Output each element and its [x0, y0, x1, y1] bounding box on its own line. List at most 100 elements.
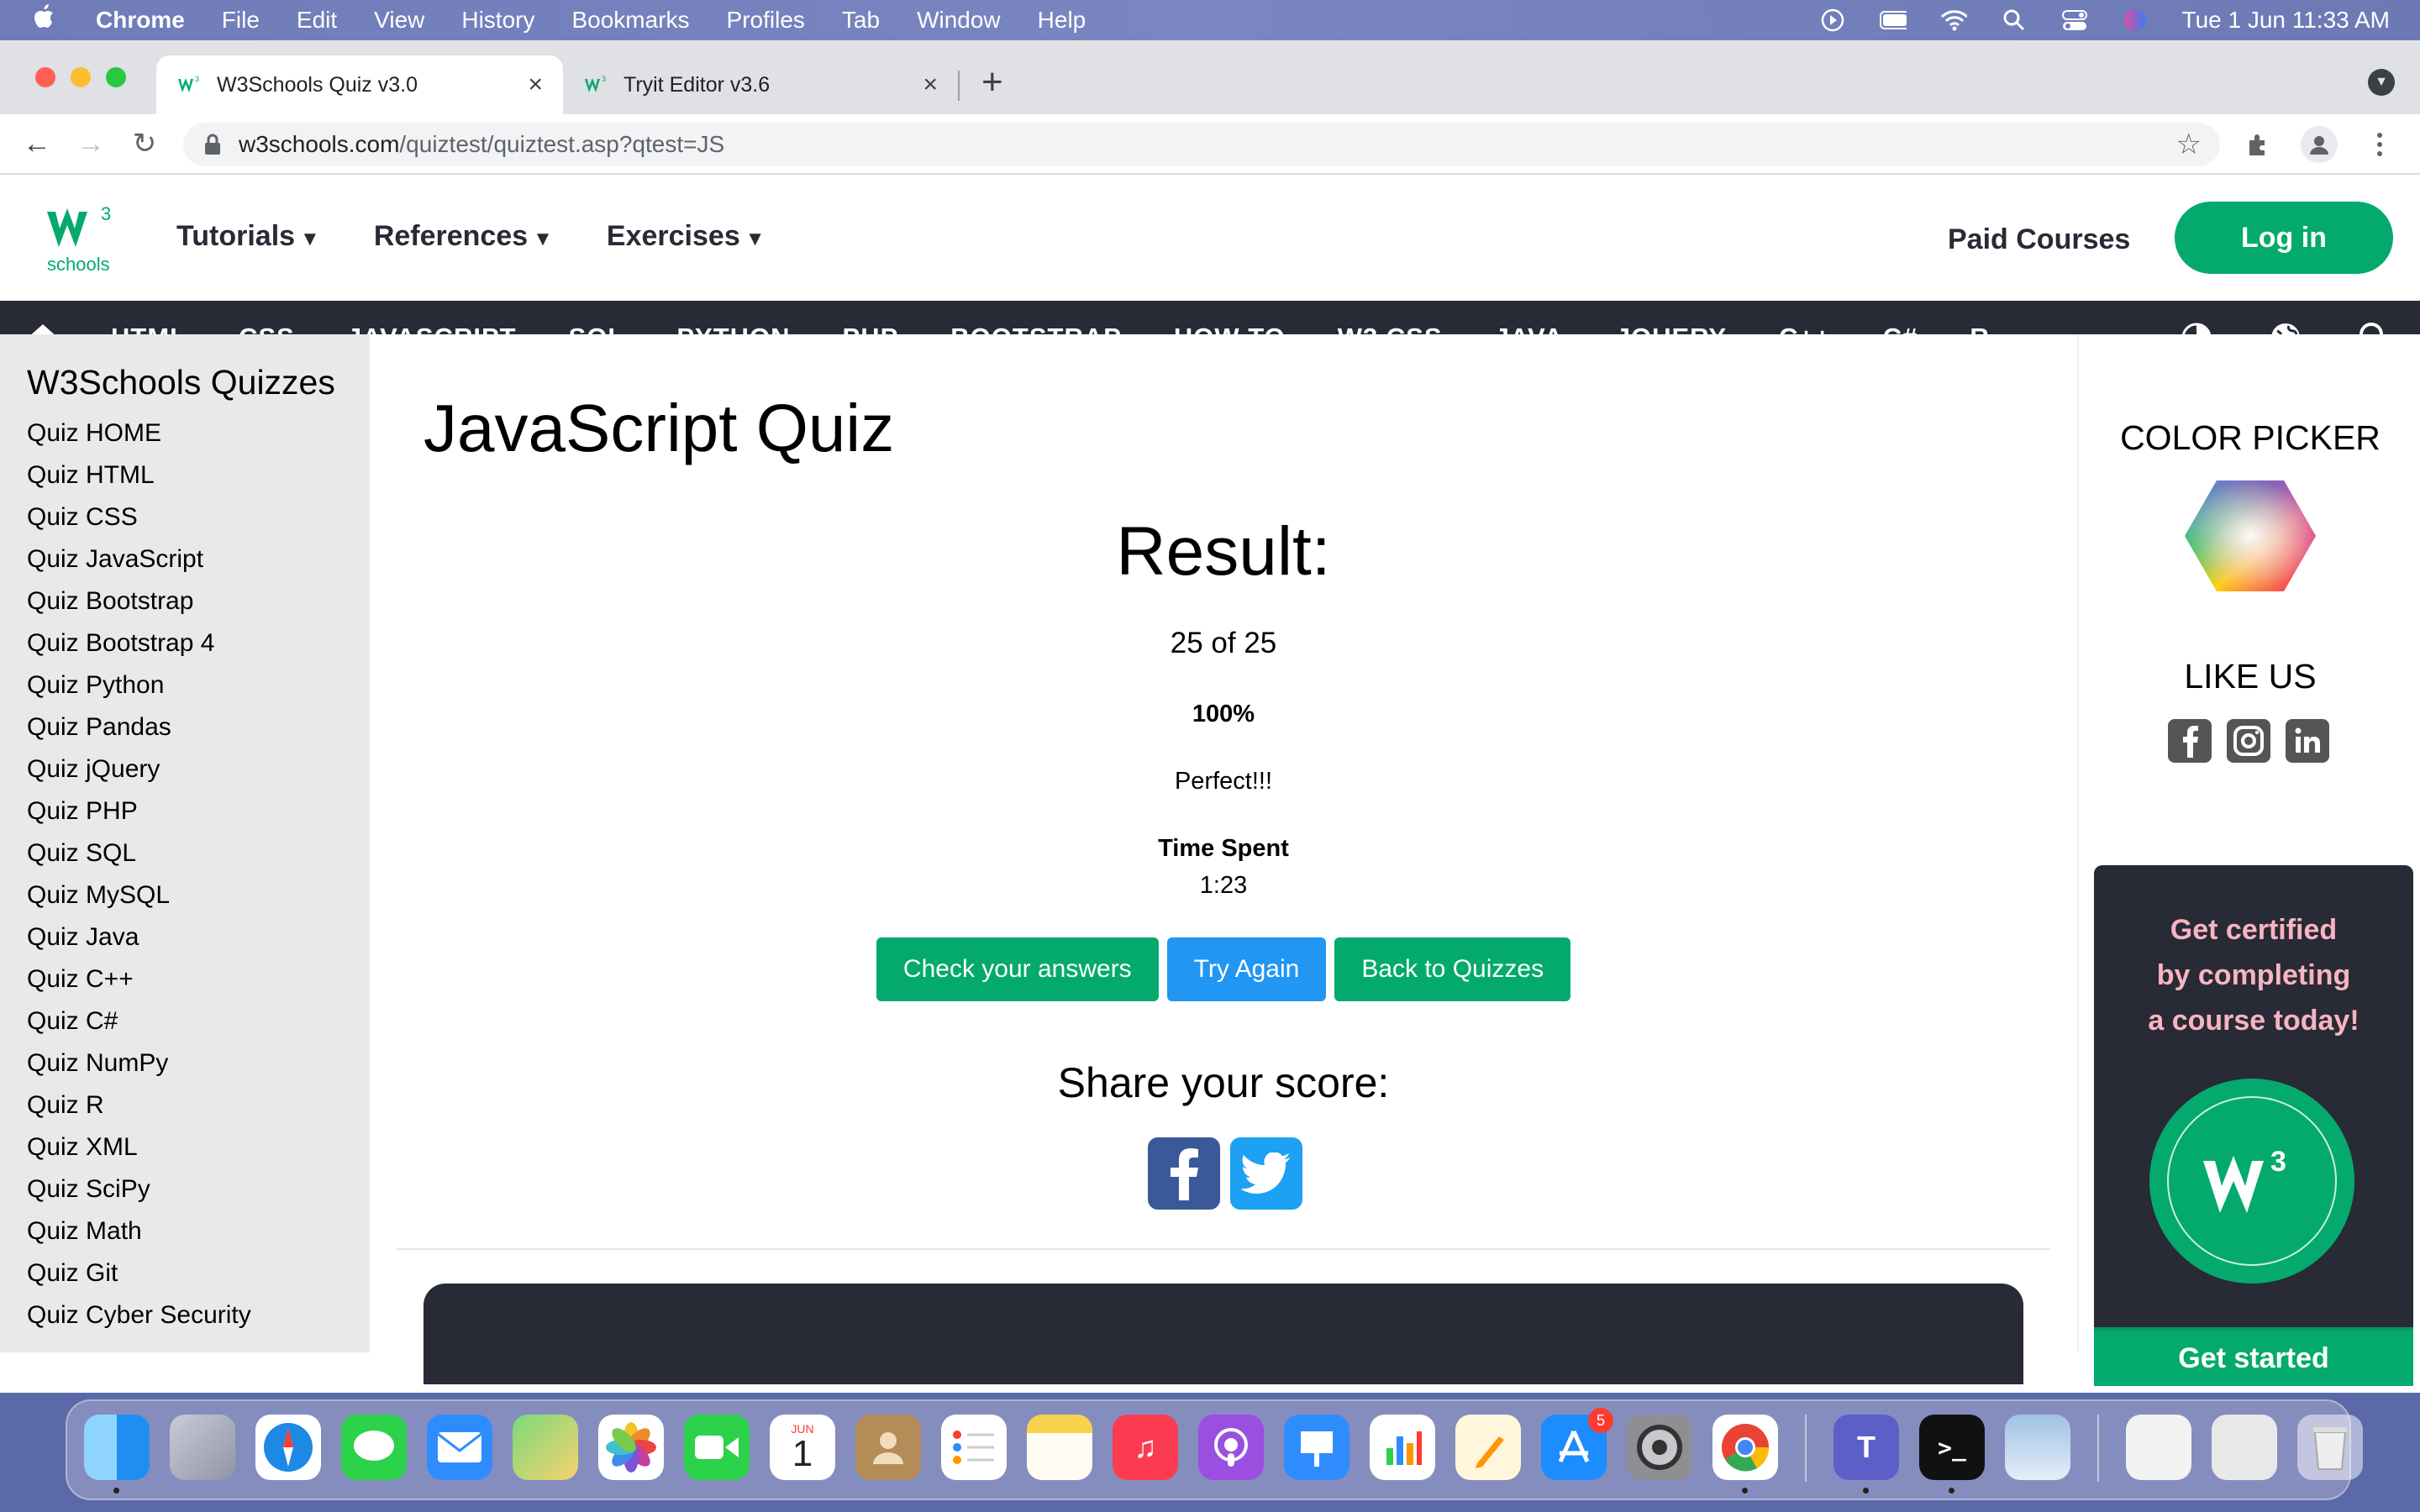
menu-file[interactable]: File	[222, 7, 260, 34]
sidebar-item[interactable]: Quiz Git	[27, 1252, 370, 1294]
app-store-icon[interactable]: 5	[1541, 1408, 1613, 1480]
music-icon[interactable]: ♫	[1113, 1415, 1178, 1480]
sidebar-item[interactable]: Quiz Cyber Security	[27, 1294, 370, 1336]
instagram-icon[interactable]	[2227, 719, 2270, 763]
document-stack-icon[interactable]	[2126, 1415, 2191, 1480]
get-started-button[interactable]: Get started	[2094, 1327, 2413, 1386]
trash-icon[interactable]	[2297, 1415, 2363, 1480]
reload-button[interactable]: ↻	[118, 127, 171, 160]
sidebar-item[interactable]: Quiz Python	[27, 664, 370, 706]
pages-icon[interactable]	[1455, 1415, 1521, 1480]
sidebar-item[interactable]: Quiz Bootstrap	[27, 580, 370, 622]
facetime-icon[interactable]	[684, 1415, 750, 1480]
battery-icon[interactable]	[1879, 8, 1907, 32]
sidebar-item[interactable]: Quiz CSS	[27, 496, 370, 538]
menu-profiles[interactable]: Profiles	[727, 7, 805, 34]
linkedin-icon[interactable]	[2286, 719, 2329, 763]
facebook-share-icon[interactable]	[1148, 1137, 1220, 1210]
menu-help[interactable]: Help	[1038, 7, 1086, 34]
preview-icon[interactable]	[2005, 1415, 2070, 1480]
terminal-icon[interactable]: >_	[1919, 1415, 1985, 1494]
screenshot-stack-icon[interactable]	[2212, 1415, 2277, 1480]
keynote-icon[interactable]	[1284, 1415, 1349, 1480]
bookmark-star-icon[interactable]: ☆	[2176, 128, 2202, 161]
tab-w3schools-quiz[interactable]: 3 W3Schools Quiz v3.0 ×	[156, 55, 563, 114]
sidebar-item[interactable]: Quiz C#	[27, 1000, 370, 1042]
tab-search-icon[interactable]: ▼	[2368, 69, 2395, 96]
certification-ad[interactable]: Get certified by completing a course tod…	[2094, 865, 2413, 1386]
tutorials-menu[interactable]: Tutorials ▼	[176, 220, 320, 253]
login-button[interactable]: Log in	[2175, 202, 2393, 274]
calendar-icon[interactable]: JUN 1	[770, 1415, 835, 1480]
sidebar-item[interactable]: Quiz JavaScript	[27, 538, 370, 580]
menu-tab[interactable]: Tab	[842, 7, 880, 34]
sidebar-item[interactable]: Quiz Pandas	[27, 706, 370, 748]
menu-bookmarks[interactable]: Bookmarks	[571, 7, 689, 34]
check-answers-button[interactable]: Check your answers	[876, 937, 1159, 1001]
menu-history[interactable]: History	[461, 7, 534, 34]
zoom-window-button[interactable]	[106, 67, 126, 87]
play-icon[interactable]	[1819, 8, 1846, 32]
teams-icon[interactable]: T	[1833, 1415, 1899, 1494]
sidebar-item[interactable]: Quiz Bootstrap 4	[27, 622, 370, 664]
exercises-menu[interactable]: Exercises ▼	[607, 220, 765, 253]
spotlight-search-icon[interactable]	[2001, 8, 2028, 32]
messages-icon[interactable]	[341, 1415, 407, 1480]
notes-icon[interactable]	[1027, 1415, 1092, 1480]
profile-avatar-icon[interactable]	[2301, 126, 2338, 163]
facebook-icon[interactable]	[2168, 719, 2212, 763]
menu-app-name[interactable]: Chrome	[96, 7, 185, 34]
sidebar-item[interactable]: Quiz XML	[27, 1126, 370, 1168]
apple-icon[interactable]	[34, 4, 67, 36]
launchpad-icon[interactable]	[170, 1415, 235, 1480]
chrome-icon[interactable]	[1712, 1415, 1778, 1494]
photos-icon[interactable]	[598, 1415, 664, 1480]
menubar-clock[interactable]: Tue 1 Jun 11:33 AM	[2182, 7, 2391, 34]
address-bar[interactable]: w3schools.com/quiztest/quiztest.asp?qtes…	[183, 123, 2220, 166]
lock-icon[interactable]	[203, 134, 222, 155]
sidebar-item[interactable]: Quiz HOME	[27, 412, 370, 454]
numbers-icon[interactable]	[1370, 1415, 1435, 1480]
sidebar-item[interactable]: Quiz PHP	[27, 790, 370, 832]
minimize-window-button[interactable]	[71, 67, 91, 87]
podcasts-icon[interactable]	[1198, 1415, 1264, 1480]
close-window-button[interactable]	[35, 67, 55, 87]
menu-window[interactable]: Window	[917, 7, 1001, 34]
w3schools-logo[interactable]: 3 schools	[45, 200, 126, 276]
paid-courses-link[interactable]: Paid Courses	[1948, 223, 2130, 256]
menu-edit[interactable]: Edit	[297, 7, 337, 34]
close-tab-icon[interactable]: ×	[923, 71, 938, 99]
maps-icon[interactable]	[513, 1415, 578, 1480]
tab-tryit-editor[interactable]: 3 Tryit Editor v3.6 ×	[563, 55, 958, 114]
color-picker-icon[interactable]	[2183, 477, 2317, 595]
siri-icon[interactable]	[2122, 8, 2149, 32]
chrome-menu-icon[interactable]	[2361, 126, 2398, 163]
back-to-quizzes-button[interactable]: Back to Quizzes	[1334, 937, 1571, 1001]
new-tab-button[interactable]: +	[981, 64, 1003, 101]
finder-icon[interactable]	[84, 1415, 150, 1494]
safari-icon[interactable]	[255, 1415, 321, 1480]
system-preferences-icon[interactable]	[1627, 1415, 1692, 1480]
sidebar-item[interactable]: Quiz SciPy	[27, 1168, 370, 1210]
contacts-icon[interactable]	[855, 1415, 921, 1480]
close-tab-icon[interactable]: ×	[528, 71, 543, 99]
sidebar-item[interactable]: Quiz HTML	[27, 454, 370, 496]
sidebar-item[interactable]: Quiz R	[27, 1084, 370, 1126]
wifi-icon[interactable]	[1940, 8, 1967, 32]
try-again-button[interactable]: Try Again	[1166, 937, 1327, 1001]
url-text[interactable]: w3schools.com/quiztest/quiztest.asp?qtes…	[239, 131, 724, 158]
references-menu[interactable]: References ▼	[374, 220, 553, 253]
control-center-icon[interactable]	[2061, 8, 2088, 32]
forward-button[interactable]: →	[64, 128, 118, 160]
reminders-icon[interactable]	[941, 1415, 1007, 1480]
extensions-puzzle-icon[interactable]	[2240, 126, 2277, 163]
sidebar-item[interactable]: Quiz MySQL	[27, 874, 370, 916]
sidebar-item[interactable]: Quiz Math	[27, 1210, 370, 1252]
menu-view[interactable]: View	[374, 7, 424, 34]
sidebar-item[interactable]: Quiz jQuery	[27, 748, 370, 790]
twitter-share-icon[interactable]	[1230, 1137, 1302, 1210]
back-button[interactable]: ←	[10, 128, 64, 160]
sidebar-item[interactable]: Quiz SQL	[27, 832, 370, 874]
mail-icon[interactable]	[427, 1415, 492, 1480]
sidebar-item[interactable]: Quiz C++	[27, 958, 370, 1000]
